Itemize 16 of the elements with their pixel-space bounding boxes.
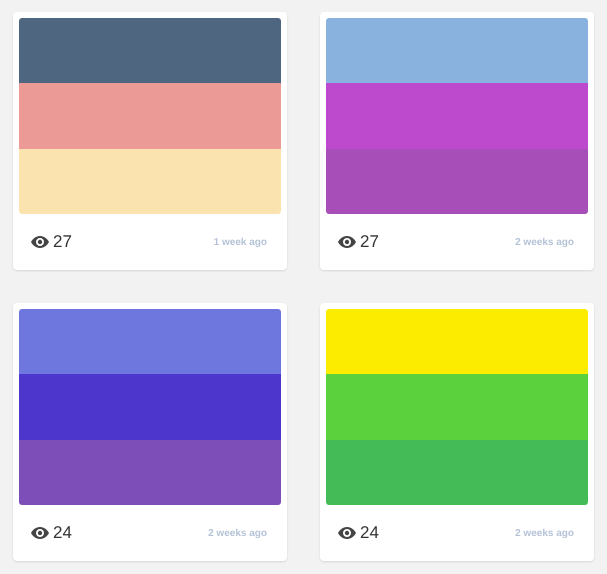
palette-card[interactable]: 24 2 weeks ago [320,303,594,561]
time-ago: 2 weeks ago [515,236,574,248]
time-ago: 1 week ago [214,236,267,248]
eye-icon [338,236,356,248]
palette-card[interactable]: 27 2 weeks ago [320,12,594,270]
view-count: 24 [360,523,379,543]
eye-icon [31,527,49,539]
eye-icon [31,236,49,248]
view-count: 27 [360,232,379,252]
eye-icon [338,527,356,539]
time-ago: 2 weeks ago [515,528,574,538]
palette-card[interactable]: 24 2 weeks ago [13,303,287,561]
view-count: 27 [53,232,72,252]
palette-card[interactable]: 27 1 week ago [13,12,287,270]
time-ago: 2 weeks ago [208,528,267,538]
view-count: 24 [53,523,72,543]
